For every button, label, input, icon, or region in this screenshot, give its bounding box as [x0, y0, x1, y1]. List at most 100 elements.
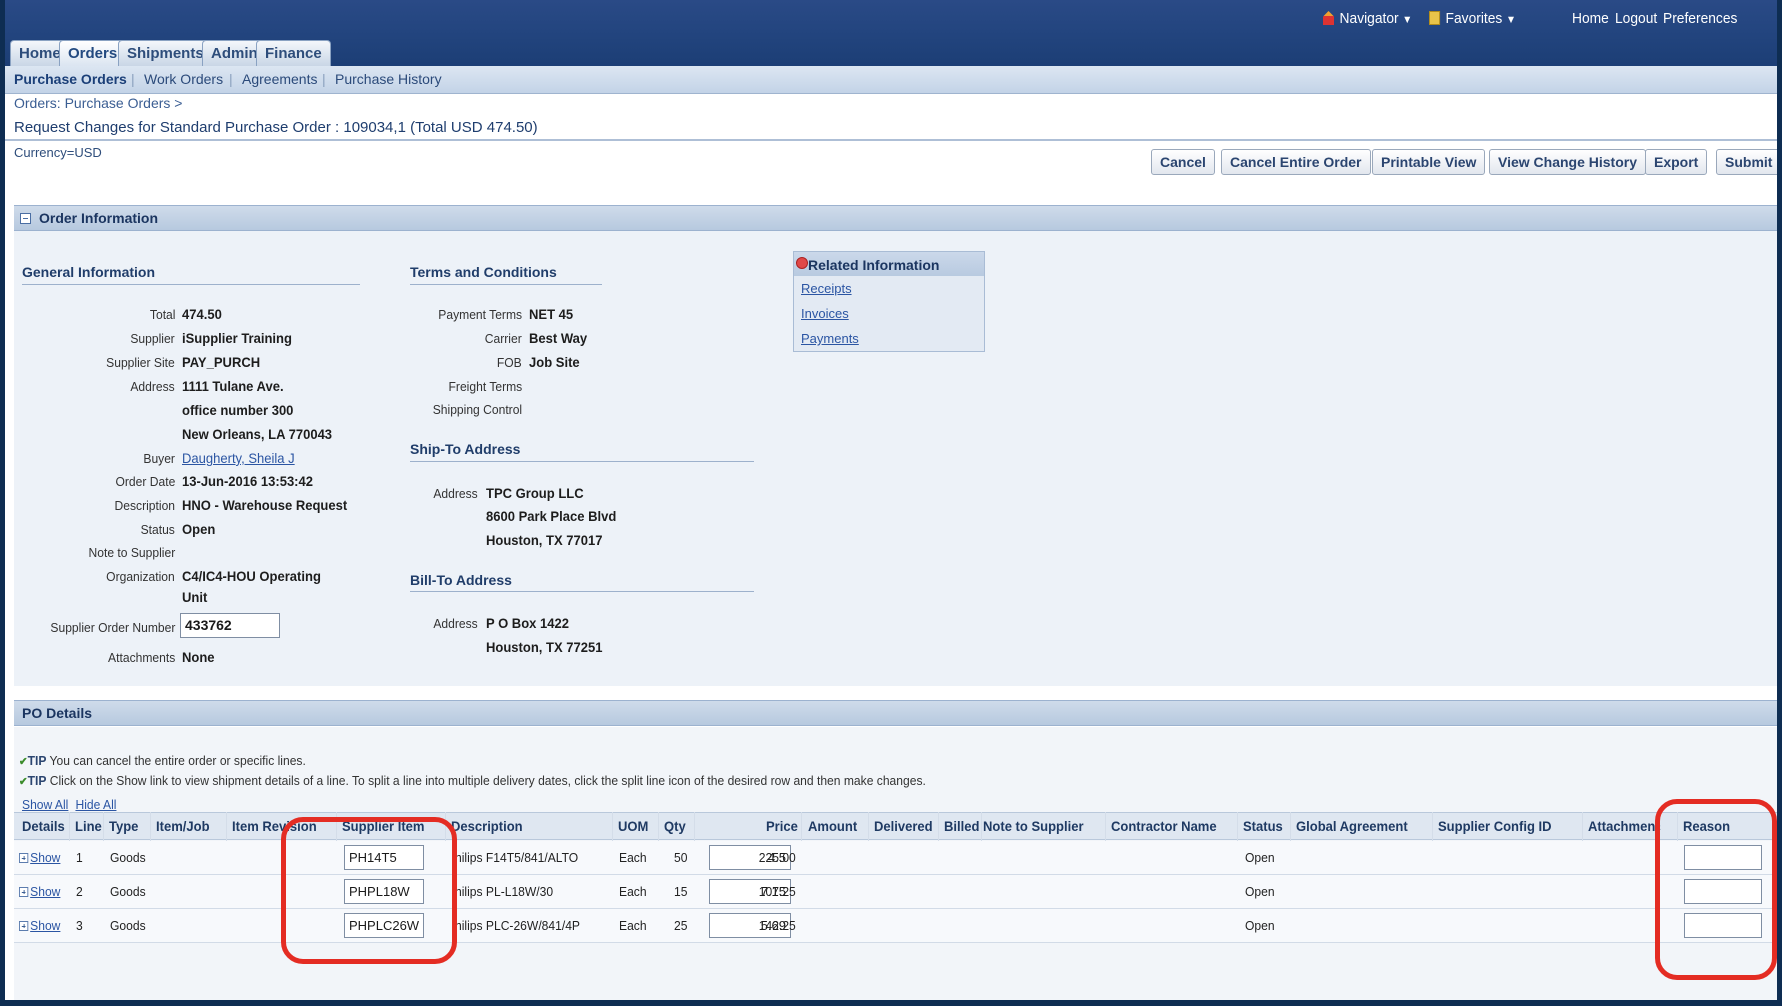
line-qty: 25 [673, 918, 687, 933]
chevron-down-icon: ▼ [1505, 14, 1517, 26]
show-link[interactable]: Show [19, 884, 60, 899]
favorites-menu[interactable]: Favorites ▼ [1429, 10, 1516, 27]
navigator-menu[interactable]: Navigator ▼ [1323, 10, 1412, 27]
supplier-site-value: PAY_PURCH [182, 354, 261, 370]
bill-to-line-2: Houston, TX 77251 [486, 639, 603, 655]
tab-shipments[interactable]: Shipments [118, 40, 213, 66]
fob-value: Job Site [529, 354, 580, 370]
col-item-job: Item/Job [156, 818, 210, 834]
line-uom: Each [619, 850, 647, 865]
tip-2: ✔TIP Click on the Show link to view ship… [19, 773, 926, 788]
cancel-button[interactable]: Cancel [1151, 149, 1215, 175]
po-details-header[interactable]: PO Details [14, 700, 1777, 726]
line-amount: 107.25 [759, 884, 796, 899]
fob-label: FOB [497, 355, 522, 370]
tip-1: ✔TIP You can cancel the entire order or … [19, 753, 306, 768]
line-number: 2 [76, 884, 83, 899]
line-amount: 142.25 [759, 918, 796, 933]
submit-button[interactable]: Submit [1716, 149, 1777, 175]
view-change-history-button[interactable]: View Change History [1489, 149, 1647, 175]
related-information-box: Related Information Receipts Invoices Pa… [793, 251, 985, 352]
payments-link[interactable]: Payments [801, 326, 984, 351]
buyer-link[interactable]: Daugherty, Sheila J [182, 450, 295, 466]
show-link[interactable]: Show [19, 850, 60, 865]
payment-terms-label: Payment Terms [438, 307, 522, 322]
tab-orders[interactable]: Orders [59, 40, 127, 66]
freight-terms-label: Freight Terms [448, 379, 522, 394]
invoices-link[interactable]: Invoices [801, 301, 984, 326]
breadcrumb[interactable]: Orders: Purchase Orders > [14, 95, 182, 111]
supplier-value: iSupplier Training [182, 330, 292, 346]
table-row: Show 3 Goods PHPLC26W hilips PLC-26W/841… [14, 909, 1777, 943]
status-value: Open [182, 521, 216, 537]
bill-to-line-1: P O Box 1422 [486, 615, 570, 631]
carrier-label: Carrier [485, 331, 522, 346]
line-type: Goods [110, 884, 146, 899]
cancel-entire-order-button[interactable]: Cancel Entire Order [1221, 149, 1371, 175]
subtab-divider: | [131, 71, 135, 87]
line-uom: Each [619, 918, 647, 933]
preferences-link[interactable]: Preferences [1663, 10, 1737, 27]
subtab-purchase-history[interactable]: Purchase History [335, 71, 442, 87]
subtab-purchase-orders[interactable]: Purchase Orders [14, 71, 127, 87]
col-billed: Billed [944, 818, 980, 834]
line-qty: 15 [673, 884, 687, 899]
line-status: Open [1245, 918, 1275, 933]
line-description: hilips F14T5/841/ALTO [455, 850, 579, 865]
show-all-link[interactable]: Show All [22, 797, 68, 812]
description-value: HNO - Warehouse Request [182, 497, 348, 513]
hide-all-link[interactable]: Hide All [75, 797, 116, 812]
bill-to-address-label: Address [433, 616, 478, 631]
section-divider [22, 284, 360, 285]
total-value: 474.50 [182, 306, 222, 322]
printable-view-button[interactable]: Printable View [1372, 149, 1486, 175]
table-header: Details Line Type Item/Job Item Revision… [14, 812, 1777, 840]
favorites-icon [1429, 11, 1441, 25]
page-title: Request Changes for Standard Purchase Or… [14, 119, 538, 136]
logout-link[interactable]: Logout [1615, 10, 1657, 27]
branding-bar: Navigator ▼ Favorites ▼ Home Logout Prefer… [5, 0, 1777, 70]
show-link[interactable]: Show [19, 918, 60, 933]
ship-to-title: Ship-To Address [410, 441, 521, 457]
order-information-header[interactable]: Order Information [14, 205, 1777, 231]
address-line-2: office number 300 [182, 402, 294, 418]
address-line-3: New Orleans, LA 770043 [182, 426, 333, 442]
carrier-value: Best Way [529, 330, 588, 346]
subtab-divider: | [322, 71, 326, 87]
table-row: Show 1 Goods PH14T5 hilips F14T5/841/ALT… [14, 841, 1777, 875]
ship-to-line-3: Houston, TX 77017 [486, 532, 603, 548]
checkmark-icon: ✔ [19, 776, 28, 788]
export-button[interactable]: Export [1645, 149, 1708, 175]
app-window: Navigator ▼ Favorites ▼ Home Logout Prefer… [5, 0, 1777, 1000]
col-type: Type [109, 818, 139, 834]
home-link[interactable]: Home [1572, 10, 1609, 27]
col-supplier-config-id: Supplier Config ID [1438, 818, 1552, 834]
col-global-agreement: Global Agreement [1296, 818, 1408, 834]
collapse-icon[interactable] [20, 213, 31, 224]
shipping-control-label: Shipping Control [432, 402, 522, 417]
checkmark-icon: ✔ [19, 756, 28, 768]
reason-highlight [1655, 799, 1777, 980]
organization-value-2: Unit [182, 589, 208, 605]
ship-to-address-label: Address [433, 486, 478, 501]
organization-label: Organization [106, 569, 175, 584]
ship-to-line-2: 8600 Park Place Blvd [486, 508, 617, 524]
col-status: Status [1243, 818, 1283, 834]
col-qty: Qty [664, 818, 686, 834]
subtab-work-orders[interactable]: Work Orders [144, 71, 223, 87]
supplier-item-highlight [281, 817, 457, 964]
note-to-supplier-label: Note to Supplier [88, 545, 175, 560]
col-contractor-name: Contractor Name [1111, 818, 1217, 834]
terms-title: Terms and Conditions [410, 264, 557, 280]
line-description: hilips PLC-26W/841/4P [455, 918, 580, 933]
subtab-divider: | [229, 71, 233, 87]
tab-finance[interactable]: Finance [256, 40, 331, 66]
supplier-order-number-input[interactable]: 433762 [180, 613, 280, 638]
status-label: Status [140, 522, 175, 537]
supplier-order-number-label: Supplier Order Number [50, 620, 175, 635]
subtab-agreements[interactable]: Agreements [242, 71, 317, 87]
receipts-link[interactable]: Receipts [801, 276, 984, 301]
section-divider [410, 461, 754, 462]
line-type: Goods [110, 850, 146, 865]
organization-value-1: C4/IC4-HOU Operating [182, 568, 321, 584]
